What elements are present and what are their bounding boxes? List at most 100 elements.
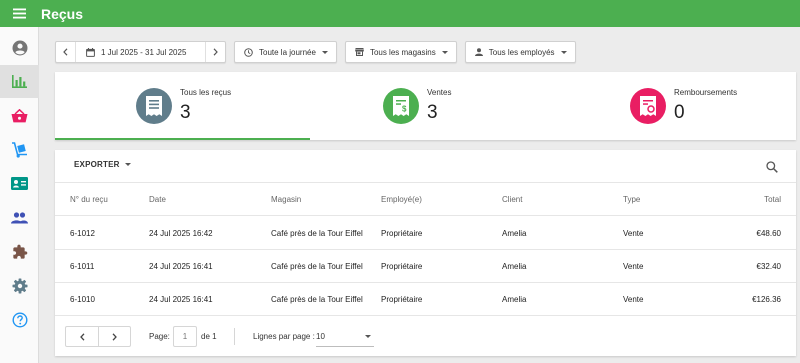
rows-per-page-value: 10 — [316, 332, 325, 341]
caret-down-icon — [365, 335, 371, 338]
summary-all-value: 3 — [180, 102, 191, 123]
page-label: Page: — [149, 332, 170, 341]
receipt-icon — [136, 88, 172, 124]
chevron-right-icon — [213, 48, 218, 56]
employee-filter-label: Tous les employés — [488, 47, 555, 57]
receipt-total: €126.36 — [752, 295, 781, 304]
hamburger-menu-icon — [12, 8, 26, 19]
gear-icon — [12, 278, 27, 293]
sidebar-item-customers[interactable] — [0, 201, 39, 234]
export-button[interactable]: EXPORTER — [74, 160, 131, 169]
receipt-number: 6-1011 — [70, 262, 95, 271]
column-header-employee[interactable]: Employé(e) — [381, 183, 422, 216]
next-page-button[interactable] — [98, 327, 130, 346]
receipts-summary: Tous les reçus 3 $ Ventes 3 Remboursemen… — [55, 72, 796, 140]
people-icon — [11, 211, 28, 223]
sidebar-item-inventory[interactable] — [0, 133, 39, 166]
summary-sales-label: Ventes — [427, 88, 452, 97]
chevron-left-icon — [63, 48, 68, 56]
receipt-total: €48.60 — [756, 229, 781, 238]
store-filter-label: Tous les magasins — [369, 47, 436, 57]
bar-chart-icon — [12, 75, 27, 88]
rows-per-page-select[interactable]: 10 — [316, 326, 374, 347]
table-row[interactable]: 6-1010 24 Jul 2025 16:41 Café près de la… — [55, 283, 796, 316]
id-card-icon — [11, 177, 28, 190]
date-range-button[interactable]: 1 Jul 2025 - 31 Jul 2025 — [75, 42, 206, 62]
previous-page-button[interactable] — [66, 327, 98, 346]
sidebar-item-items[interactable] — [0, 99, 39, 132]
receipt-date: 24 Jul 2025 16:41 — [149, 262, 213, 271]
summary-refunds[interactable]: Remboursements 0 — [549, 72, 796, 140]
sidebar — [0, 27, 39, 363]
search-button[interactable] — [766, 160, 778, 178]
receipt-date: 24 Jul 2025 16:41 — [149, 295, 213, 304]
receipt-store: Café près de la Tour Eiffel — [271, 295, 363, 304]
receipt-store: Café près de la Tour Eiffel — [271, 262, 363, 271]
person-icon — [474, 48, 483, 56]
receipt-client: Amelia — [502, 295, 527, 304]
menu-button[interactable] — [0, 0, 38, 27]
receipt-date: 24 Jul 2025 16:42 — [149, 229, 213, 238]
column-header-date[interactable]: Date — [149, 183, 166, 216]
sidebar-item-account[interactable] — [0, 31, 39, 64]
refund-receipt-icon — [630, 88, 666, 124]
store-filter-dropdown[interactable]: Tous les magasins — [344, 41, 457, 63]
help-icon — [11, 311, 28, 328]
date-range-label: 1 Jul 2025 - 31 Jul 2025 — [101, 47, 187, 57]
sidebar-item-settings[interactable] — [0, 269, 39, 302]
receipt-employee: Propriétaire — [381, 295, 423, 304]
caret-down-icon — [124, 163, 131, 166]
svg-text:$: $ — [402, 105, 407, 114]
time-filter-label: Toute la journée — [259, 47, 316, 57]
pagination-divider — [234, 328, 235, 345]
receipt-number: 6-1012 — [70, 229, 95, 238]
employee-filter-dropdown[interactable]: Tous les employés — [464, 41, 576, 63]
receipt-total: €32.40 — [756, 262, 781, 271]
column-header-client[interactable]: Client — [502, 183, 522, 216]
puzzle-icon — [12, 244, 27, 259]
active-summary-indicator — [55, 138, 310, 140]
account-circle-icon — [12, 40, 27, 55]
page-navigation — [65, 326, 131, 347]
sales-receipt-icon: $ — [383, 88, 419, 124]
date-range-picker: 1 Jul 2025 - 31 Jul 2025 — [55, 41, 226, 63]
column-header-type[interactable]: Type — [623, 183, 640, 216]
summary-all-receipts[interactable]: Tous les reçus 3 — [55, 72, 302, 140]
app-bar: Reçus — [0, 0, 800, 27]
summary-sales[interactable]: $ Ventes 3 — [302, 72, 549, 140]
clock-icon — [244, 47, 253, 57]
sidebar-item-employees[interactable] — [0, 167, 39, 200]
table-row[interactable]: 6-1012 24 Jul 2025 16:42 Café près de la… — [55, 217, 796, 250]
next-period-button[interactable] — [206, 42, 225, 62]
sidebar-item-reports[interactable] — [0, 65, 39, 98]
export-label: EXPORTER — [74, 160, 120, 169]
column-header-number[interactable]: N° du reçu — [70, 183, 108, 216]
summary-all-label: Tous les reçus — [180, 88, 232, 97]
previous-period-button[interactable] — [56, 42, 75, 62]
receipt-type: Vente — [623, 295, 644, 304]
caret-down-icon — [560, 50, 567, 54]
receipt-employee: Propriétaire — [381, 262, 423, 271]
table-header: N° du reçu Date Magasin Employé(e) Clien… — [55, 183, 796, 216]
column-header-total[interactable]: Total — [764, 183, 781, 216]
sidebar-item-help[interactable] — [0, 303, 39, 336]
page-count-label: de 1 — [201, 332, 217, 341]
search-icon — [766, 161, 778, 173]
receipt-employee: Propriétaire — [381, 229, 423, 238]
summary-refunds-value: 0 — [674, 102, 685, 123]
receipt-type: Vente — [623, 229, 644, 238]
dolly-icon — [12, 141, 27, 158]
calendar-icon — [86, 47, 95, 57]
page-number-input[interactable]: 1 — [173, 326, 197, 347]
column-header-store[interactable]: Magasin — [271, 183, 301, 216]
chevron-left-icon — [79, 332, 84, 341]
table-toolbar: EXPORTER — [55, 150, 796, 183]
caret-down-icon — [321, 50, 328, 54]
table-row[interactable]: 6-1011 24 Jul 2025 16:41 Café près de la… — [55, 250, 796, 283]
sidebar-item-integrations[interactable] — [0, 235, 39, 268]
receipt-store: Café près de la Tour Eiffel — [271, 229, 363, 238]
receipt-client: Amelia — [502, 262, 527, 271]
receipts-table-card: EXPORTER N° du reçu Date Magasin Employé… — [55, 150, 796, 356]
receipt-client: Amelia — [502, 229, 527, 238]
time-filter-dropdown[interactable]: Toute la journée — [234, 41, 337, 63]
